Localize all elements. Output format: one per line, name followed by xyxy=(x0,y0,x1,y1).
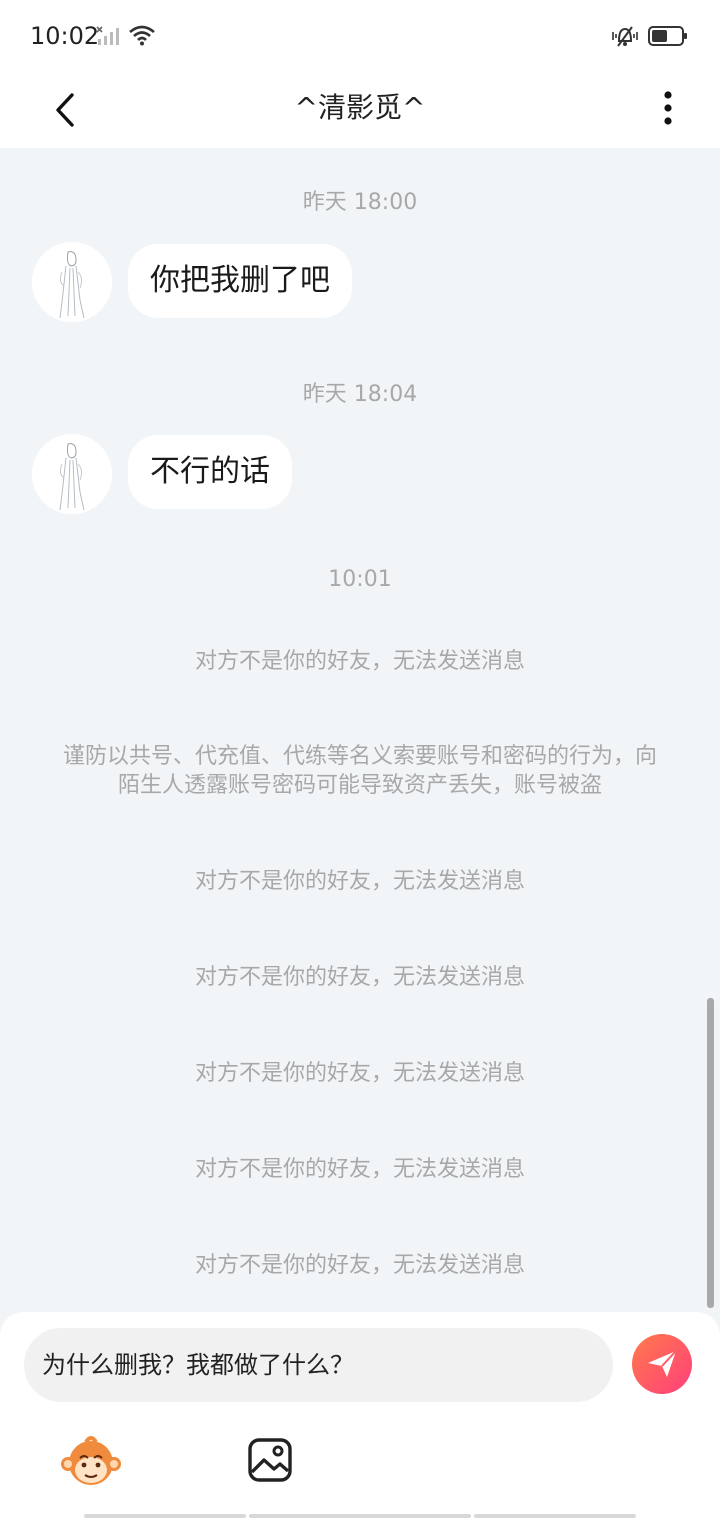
avatar-illustration xyxy=(32,434,112,514)
status-bar: 10:02 xyxy=(0,0,720,72)
system-notice: 对方不是你的好友，无法发送消息 xyxy=(194,649,525,674)
time-label: 昨天 18:04 xyxy=(302,382,418,407)
time-label: 昨天 18:00 xyxy=(302,190,418,215)
status-time: 10:02 xyxy=(30,22,100,50)
monkey-emoji-icon xyxy=(61,1436,121,1485)
avatar-illustration xyxy=(32,242,112,322)
input-bar: 为什么删我？我都做了什么？ xyxy=(0,1312,720,1520)
system-notice: 对方不是你的好友，无法发送消息 xyxy=(194,1253,525,1278)
bottom-tab-indicator xyxy=(474,1514,636,1518)
send-button[interactable] xyxy=(632,1334,692,1394)
emoji-button[interactable] xyxy=(60,1432,122,1492)
system-notice: 对方不是你的好友，无法发送消息 xyxy=(194,1061,525,1086)
chat-title: ^清影觅^ xyxy=(294,91,426,124)
signal-icon xyxy=(96,26,119,45)
system-notice: 对方不是你的好友，无法发送消息 xyxy=(194,965,525,990)
image-icon xyxy=(248,1438,292,1482)
image-button[interactable] xyxy=(246,1436,294,1484)
system-notice: 对方不是你的好友，无法发送消息 xyxy=(194,1157,525,1182)
chevron-left-icon xyxy=(56,93,74,127)
more-vertical-icon xyxy=(664,91,672,125)
message-bubble[interactable]: 不行的话 xyxy=(128,435,292,509)
silent-bell-icon xyxy=(612,26,638,47)
message-bubble[interactable]: 你把我删了吧 xyxy=(128,244,352,318)
time-label: 10:01 xyxy=(328,567,392,592)
scrollbar[interactable] xyxy=(707,998,714,1308)
avatar[interactable] xyxy=(32,242,112,322)
more-button[interactable] xyxy=(640,80,696,136)
bottom-tab-indicator xyxy=(249,1514,471,1518)
avatar[interactable] xyxy=(32,434,112,514)
message-input[interactable]: 为什么删我？我都做了什么？ xyxy=(24,1328,613,1402)
wifi-icon xyxy=(129,25,155,46)
back-button[interactable] xyxy=(40,82,90,138)
system-notice: 对方不是你的好友，无法发送消息 xyxy=(194,869,525,894)
battery-icon xyxy=(648,26,687,46)
security-warning-notice: 谨防以共号、代充值、代练等名义索要账号和密码的行为，向陌生人透露账号密码可能导致… xyxy=(62,744,657,798)
bottom-tab-indicator xyxy=(84,1514,246,1518)
chat-header: ^清影觅^ xyxy=(0,72,720,148)
chat-area: 昨天 18:00 你把我删了吧 昨天 18:04 不行的话 10:01 对方不是… xyxy=(0,148,720,1312)
paper-plane-icon xyxy=(648,1350,677,1377)
